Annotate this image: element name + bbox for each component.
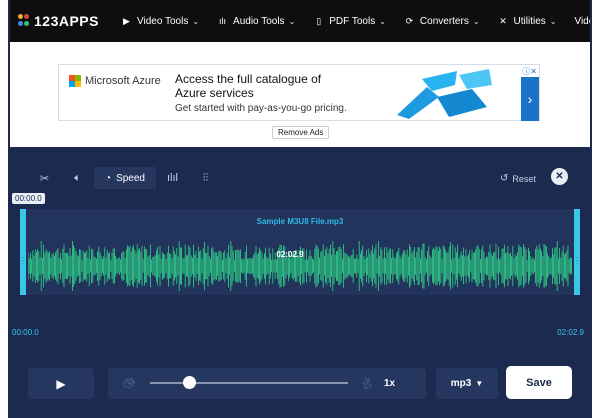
nav-video-editor[interactable]: Video Editor — [574, 15, 590, 27]
microsoft-logo-icon — [69, 75, 81, 87]
chevron-down-icon: ⌄ — [288, 16, 296, 26]
ad-headline: Access the full catalogue of Azure servi… — [175, 72, 322, 100]
ad-banner[interactable]: Microsoft Azure Access the full catalogu… — [58, 64, 540, 121]
nav-label: Video Tools — [136, 15, 189, 27]
nav-pdf-tools[interactable]: ▯ PDF Tools ⌄ — [313, 16, 386, 27]
nav-audio-tools[interactable]: ılı Audio Tools ⌄ — [217, 16, 295, 27]
converter-icon: ⟳ — [405, 15, 414, 26]
duration-label: 02:02.9 — [276, 250, 304, 259]
speed-icon: ◔ — [105, 172, 112, 184]
app-window: 123APPS ▶ Video Tools ⌄ ılı Audio Tools … — [8, 0, 592, 418]
pdf-file-icon: ▯ — [316, 15, 322, 26]
top-navigation: 123APPS ▶ Video Tools ⌄ ılı Audio Tools … — [10, 0, 590, 42]
remove-ads-button[interactable]: Remove Ads — [272, 126, 330, 139]
audio-editor: ✂ 🔈︎ ◔ Speed ılıl ⫶⫶ ↺ Reset ✕ 00:00.0 S… — [10, 147, 590, 418]
waveform — [28, 241, 572, 291]
file-name: Sample M3U8 File.mp3 — [256, 217, 344, 226]
logo-icon — [18, 14, 30, 28]
play-button[interactable]: ▶ — [28, 368, 94, 399]
nav-label: Utilities — [513, 15, 546, 27]
speed-slider-track[interactable] — [150, 382, 348, 384]
ad-brand: Microsoft Azure — [69, 75, 161, 87]
speed-tool-label: Speed — [116, 172, 145, 184]
ad-graphic — [397, 69, 492, 119]
sliders-icon[interactable]: ⫶⫶ — [189, 167, 222, 189]
drag-dots-icon: · · · — [576, 255, 578, 267]
reset-label: Reset — [512, 173, 536, 184]
logo-text: 123APPS — [34, 13, 99, 29]
video-icon: ▶ — [123, 15, 130, 26]
logo[interactable]: 123APPS — [18, 13, 99, 29]
speed-value: 1x — [384, 378, 396, 389]
format-select[interactable]: mp3 ▼ — [436, 368, 498, 399]
editor-toolbar: ✂ 🔈︎ ◔ Speed ılıl ⫶⫶ — [28, 167, 222, 189]
speed-slider-thumb[interactable] — [183, 376, 197, 389]
chevron-down-icon: ⌄ — [549, 16, 557, 26]
format-value: mp3 — [450, 378, 472, 389]
nav-video-tools[interactable]: ▶ Video Tools ⌄ — [121, 16, 199, 27]
audio-wave-icon: ılı — [219, 16, 227, 26]
nav-label: Converters — [419, 15, 469, 27]
nav-label: PDF Tools — [329, 15, 376, 27]
nav-converters[interactable]: ⟳ Converters ⌄ — [404, 16, 480, 27]
chevron-down-icon: ⌄ — [472, 16, 480, 26]
chevron-down-icon: ⌄ — [192, 16, 200, 26]
close-icon[interactable]: ✕ — [551, 168, 568, 185]
nav-utilities[interactable]: ✕ Utilities ⌄ — [498, 15, 557, 27]
nav-label: Audio Tools — [233, 15, 285, 27]
chevron-down-icon: ⌄ — [379, 16, 386, 26]
caret-down-icon: ▼ — [475, 379, 484, 388]
ad-next-arrow-icon[interactable]: › — [521, 77, 539, 121]
end-trim-handle[interactable] — [574, 209, 580, 295]
start-time: 00:00.0 — [12, 328, 39, 337]
nav-label: Video Editor — [574, 15, 590, 27]
reset-button[interactable]: ↺ Reset — [500, 173, 536, 184]
save-button[interactable]: Save — [506, 366, 572, 399]
speed-tool-button[interactable]: ◔ Speed — [94, 167, 156, 189]
start-position-badge: 00:00.0 — [12, 193, 45, 204]
ad-subtext: Get started with pay-as-you-go pricing. — [175, 103, 347, 114]
end-time: 02:02.9 — [557, 328, 584, 337]
ad-info-close-icon[interactable]: ⓘ✕ — [522, 66, 537, 77]
speaker-icon[interactable]: 🔈︎ — [61, 167, 94, 189]
speed-control: 🐢︎ 🐇︎ 1x — [108, 368, 426, 399]
rabbit-icon: 🐇︎ — [360, 378, 374, 390]
play-icon: ▶ — [56, 376, 66, 391]
waveform-icon[interactable]: ılıl — [156, 167, 189, 189]
tools-icon: ✕ — [499, 15, 507, 26]
turtle-icon: 🐢︎ — [122, 378, 136, 390]
ad-brand-name: Microsoft Azure — [85, 75, 161, 87]
scissors-icon[interactable]: ✂ — [28, 167, 61, 189]
reset-icon: ↺ — [500, 173, 509, 184]
